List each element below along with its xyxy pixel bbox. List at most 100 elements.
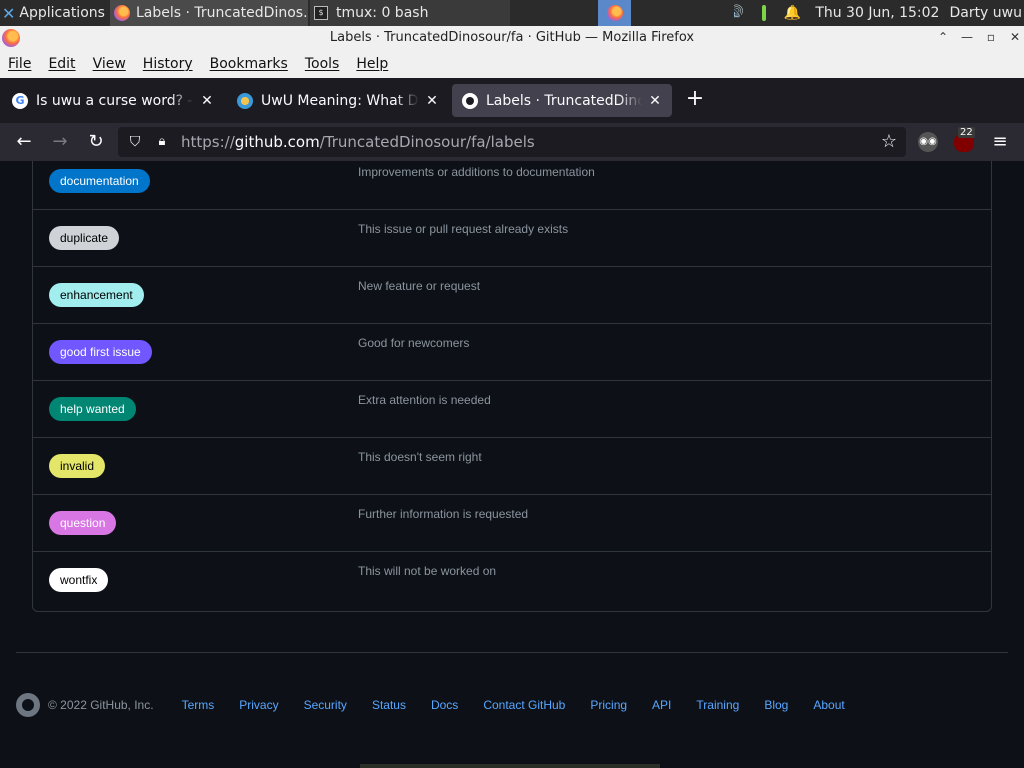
applications-label: Applications xyxy=(19,5,105,21)
label-description: Extra attention is needed xyxy=(358,393,491,407)
label-row: good first issue Good for newcomers xyxy=(33,324,991,381)
hamburger-menu-icon[interactable]: ≡ xyxy=(990,131,1010,153)
label-pill[interactable]: help wanted xyxy=(49,397,136,421)
navigation-bar: ← → ↻ ⛉ 🔒︎ https://github.com/TruncatedD… xyxy=(0,123,1024,161)
footer-link-security[interactable]: Security xyxy=(304,698,347,712)
label-pill[interactable]: question xyxy=(49,511,117,535)
footer-link-blog[interactable]: Blog xyxy=(764,698,788,712)
github-labels-page: documentation Improvements or additions t… xyxy=(0,161,1024,768)
notification-bell-icon[interactable]: 🔔 xyxy=(784,5,801,21)
label-row: wontfix This will not be worked on xyxy=(33,552,991,609)
labels-list: documentation Improvements or additions t… xyxy=(32,161,992,612)
menu-view[interactable]: View xyxy=(93,56,126,72)
footer-link-terms[interactable]: Terms xyxy=(182,698,215,712)
menu-bookmarks[interactable]: Bookmarks xyxy=(210,56,288,72)
menu-bar: File Edit View History Bookmarks Tools H… xyxy=(0,50,1024,78)
tab-title: UwU Meaning: What Does UwU Mean? xyxy=(261,92,419,109)
label-description: This doesn't seem right xyxy=(358,450,482,464)
lock-icon[interactable]: 🔒︎ xyxy=(154,132,170,152)
label-row: help wanted Extra attention is needed xyxy=(33,381,991,438)
label-description: This issue or pull request already exist… xyxy=(358,222,569,236)
window-titlebar: Labels · TruncatedDinosour/fa · GitHub —… xyxy=(0,26,1024,50)
back-arrow-icon[interactable]: ← xyxy=(13,131,35,153)
label-description: New feature or request xyxy=(358,279,481,293)
extension-glasses-icon[interactable]: ◉◉ xyxy=(918,132,938,152)
footer-link-status[interactable]: Status xyxy=(372,698,406,712)
label-description: Further information is requested xyxy=(358,507,529,521)
tab-close-icon[interactable]: ✕ xyxy=(423,93,441,109)
firefox-icon xyxy=(606,5,623,21)
footer-link-contact[interactable]: Contact GitHub xyxy=(483,698,565,712)
url-host: github.com xyxy=(234,133,320,151)
tab-strip: G Is uwu a curse word? - Google Search ✕… xyxy=(0,78,1024,123)
page-scroll-indicator xyxy=(360,764,660,768)
tab-uwu-meaning[interactable]: UwU Meaning: What Does UwU Mean? ✕ xyxy=(227,84,449,117)
url-scheme: https:// xyxy=(181,133,235,151)
xfce-icon: ✕ xyxy=(2,3,16,23)
menu-history[interactable]: History xyxy=(143,56,193,72)
label-description: This will not be worked on xyxy=(358,564,497,578)
label-description: Good for newcomers xyxy=(358,336,470,350)
label-pill[interactable]: enhancement xyxy=(49,283,144,307)
github-icon xyxy=(462,92,478,109)
tab-title: Is uwu a curse word? - Google Search xyxy=(36,92,194,109)
url-text[interactable]: https://github.com/TruncatedDinosour/fa/… xyxy=(181,133,535,151)
menu-edit[interactable]: Edit xyxy=(48,56,75,72)
label-pill[interactable]: documentation xyxy=(49,169,150,193)
label-row: invalid This doesn't seem right xyxy=(33,438,991,495)
volume-icon[interactable]: 🔊 xyxy=(734,5,744,21)
taskbar-window-firefox[interactable]: Labels · TruncatedDinos... xyxy=(110,0,308,26)
menu-file[interactable]: File xyxy=(8,56,31,72)
page-footer: © 2022 GitHub, Inc. Terms Privacy Securi… xyxy=(16,693,870,717)
chevron-up-icon[interactable]: ⌃ xyxy=(934,28,952,46)
footer-link-training[interactable]: Training xyxy=(696,698,739,712)
terminal-icon: $ xyxy=(314,6,328,20)
tracking-shield-icon[interactable]: ⛉ xyxy=(126,132,144,152)
reload-icon[interactable]: ↻ xyxy=(85,131,107,153)
window-title: Labels · TruncatedDinosour/fa · GitHub —… xyxy=(329,30,695,45)
tab-close-icon[interactable]: ✕ xyxy=(198,93,216,109)
footer-link-api[interactable]: API xyxy=(652,698,671,712)
url-bar[interactable]: ⛉ 🔒︎ https://github.com/TruncatedDinosou… xyxy=(118,127,906,157)
google-icon: G xyxy=(12,92,28,109)
label-row: documentation Improvements or additions t… xyxy=(33,161,991,210)
label-pill[interactable]: wontfix xyxy=(49,568,109,592)
battery-icon[interactable] xyxy=(761,5,766,21)
menu-help[interactable]: Help xyxy=(356,56,388,72)
firefox-icon xyxy=(114,5,130,21)
workspace-firefox-button[interactable] xyxy=(598,0,631,26)
new-tab-plus-icon[interactable]: + xyxy=(684,88,706,112)
taskbar-window-tmux[interactable]: $ tmux: 0 bash xyxy=(310,0,510,26)
footer-link-about[interactable]: About xyxy=(813,698,844,712)
menu-tools[interactable]: Tools xyxy=(305,56,340,72)
label-description: Improvements or additions to documentati… xyxy=(358,165,595,179)
footer-link-privacy[interactable]: Privacy xyxy=(239,698,278,712)
desktop-taskbar: ✕ Applications Labels · TruncatedDinos..… xyxy=(0,0,1024,26)
footer-divider xyxy=(16,652,1008,653)
label-pill[interactable]: good first issue xyxy=(49,340,152,364)
maximize-icon[interactable]: ▫ xyxy=(982,28,1000,46)
label-row: duplicate This issue or pull request alre… xyxy=(33,210,991,267)
taskbar-window-title: tmux: 0 bash xyxy=(336,5,429,21)
footer-link-pricing[interactable]: Pricing xyxy=(590,698,627,712)
tab-title: Labels · TruncatedDinosour/fa xyxy=(486,92,642,109)
minimize-icon[interactable]: — xyxy=(958,28,976,46)
tab-google-search[interactable]: G Is uwu a curse word? - Google Search ✕ xyxy=(2,84,224,117)
footer-link-docs[interactable]: Docs xyxy=(431,698,458,712)
system-tray: 🔊 🔔 Thu 30 Jun, 15:02 Darty uwu xyxy=(734,0,1024,26)
extension-badge-count: 22 xyxy=(958,127,975,138)
tab-close-icon[interactable]: ✕ xyxy=(646,93,664,109)
user-name[interactable]: Darty uwu xyxy=(949,5,1022,21)
label-pill[interactable]: duplicate xyxy=(49,226,120,250)
label-row: question Further information is requested xyxy=(33,495,991,552)
github-logo-icon[interactable] xyxy=(16,693,40,717)
tab-github-labels[interactable]: Labels · TruncatedDinosour/fa ✕ xyxy=(452,84,672,117)
label-row: enhancement New feature or request xyxy=(33,267,991,324)
applications-menu[interactable]: ✕ Applications xyxy=(0,0,108,26)
label-pill[interactable]: invalid xyxy=(49,454,106,478)
forward-arrow-icon[interactable]: → xyxy=(49,131,71,153)
bookmark-star-icon[interactable]: ☆ xyxy=(878,130,900,154)
taskbar-window-title: Labels · TruncatedDinos... xyxy=(136,5,308,21)
close-icon[interactable]: ✕ xyxy=(1006,28,1024,46)
clock[interactable]: Thu 30 Jun, 15:02 xyxy=(815,5,939,21)
